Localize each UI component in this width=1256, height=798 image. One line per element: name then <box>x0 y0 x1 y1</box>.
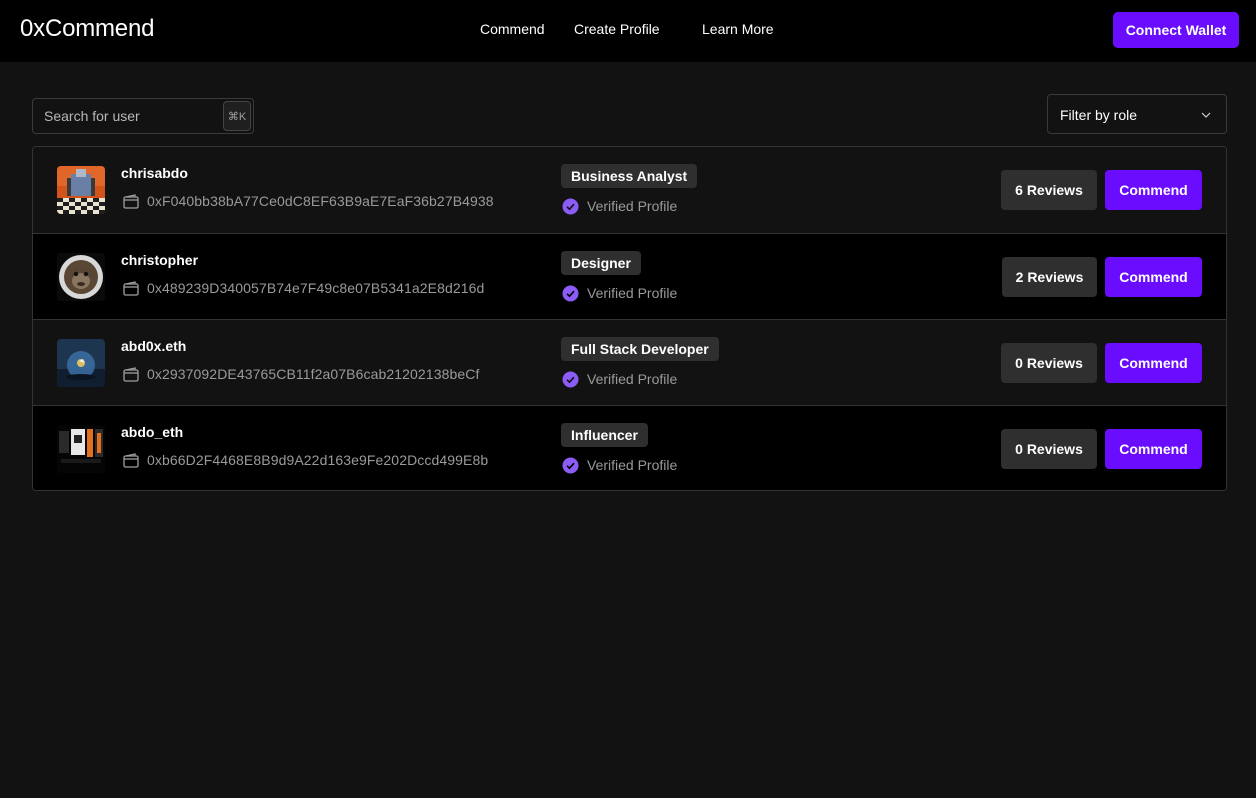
verified-label: Verified Profile <box>587 457 678 473</box>
filter-by-role-select[interactable]: Filter by role <box>1047 94 1227 134</box>
filter-label: Filter by role <box>1060 107 1138 123</box>
username[interactable]: abd0x.eth <box>121 338 186 354</box>
verified-label: Verified Profile <box>587 198 678 214</box>
avatar <box>57 166 105 214</box>
reviews-button[interactable]: 2 Reviews <box>1002 257 1097 297</box>
username[interactable]: christopher <box>121 252 198 268</box>
chevron-down-icon <box>1201 112 1211 118</box>
wallet-address: 0x489239D340057B74e7F49c8e07B5341a2E8d21… <box>147 280 485 296</box>
role-badge: Full Stack Developer <box>561 337 719 361</box>
connect-wallet-button[interactable]: Connect Wallet <box>1113 12 1239 48</box>
wallet-address: 0xF040bb38bA77Ce0dC8EF63B9aE7EaF36b27B49… <box>147 193 494 209</box>
user-row: abdo_eth 0xb66D2F4468E8B9d9A22d163e9Fe20… <box>33 405 1226 490</box>
wallet-address: 0x2937092DE43765CB11f2a07B6cab21202138be… <box>147 366 480 382</box>
user-row: chrisabdo 0xF040bb38bA77Ce0dC8EF63B9aE7E… <box>33 147 1226 233</box>
role-badge: Designer <box>561 251 641 275</box>
wallet-icon <box>123 194 139 209</box>
avatar <box>57 339 105 387</box>
reviews-button[interactable]: 6 Reviews <box>1001 170 1097 210</box>
verified-check-icon <box>562 198 579 215</box>
user-list: chrisabdo 0xF040bb38bA77Ce0dC8EF63B9aE7E… <box>32 146 1227 491</box>
username[interactable]: abdo_eth <box>121 424 183 440</box>
search-input[interactable] <box>33 99 223 133</box>
top-navbar: 0xCommend Commend Create Profile Learn M… <box>0 0 1256 62</box>
nav-link-commend[interactable]: Commend <box>480 21 545 37</box>
wallet-icon <box>123 453 139 468</box>
wallet-address: 0xb66D2F4468E8B9d9A22d163e9Fe202Dccd499E… <box>147 452 489 468</box>
reviews-button[interactable]: 0 Reviews <box>1001 429 1097 469</box>
reviews-button[interactable]: 0 Reviews <box>1001 343 1097 383</box>
brand-logo[interactable]: 0xCommend <box>20 15 154 43</box>
verified-check-icon <box>562 371 579 388</box>
nav-link-learn-more[interactable]: Learn More <box>702 21 774 37</box>
avatar <box>57 425 105 473</box>
user-row: christopher 0x489239D340057B74e7F49c8e07… <box>33 233 1226 319</box>
commend-button[interactable]: Commend <box>1105 170 1202 210</box>
user-row: abd0x.eth 0x2937092DE43765CB11f2a07B6cab… <box>33 319 1226 405</box>
verified-check-icon <box>562 285 579 302</box>
verified-label: Verified Profile <box>587 285 678 301</box>
search-shortcut-hint: ⌘K <box>223 101 251 131</box>
wallet-icon <box>123 367 139 382</box>
avatar <box>57 253 105 301</box>
commend-button[interactable]: Commend <box>1105 257 1202 297</box>
nav-link-create-profile[interactable]: Create Profile <box>574 21 660 37</box>
search-box: ⌘K <box>32 98 254 134</box>
role-badge: Business Analyst <box>561 164 698 188</box>
wallet-icon <box>123 281 139 296</box>
commend-button[interactable]: Commend <box>1105 429 1202 469</box>
verified-check-icon <box>562 457 579 474</box>
commend-button[interactable]: Commend <box>1105 343 1202 383</box>
role-badge: Influencer <box>561 423 648 447</box>
username[interactable]: chrisabdo <box>121 165 188 181</box>
verified-label: Verified Profile <box>587 371 678 387</box>
